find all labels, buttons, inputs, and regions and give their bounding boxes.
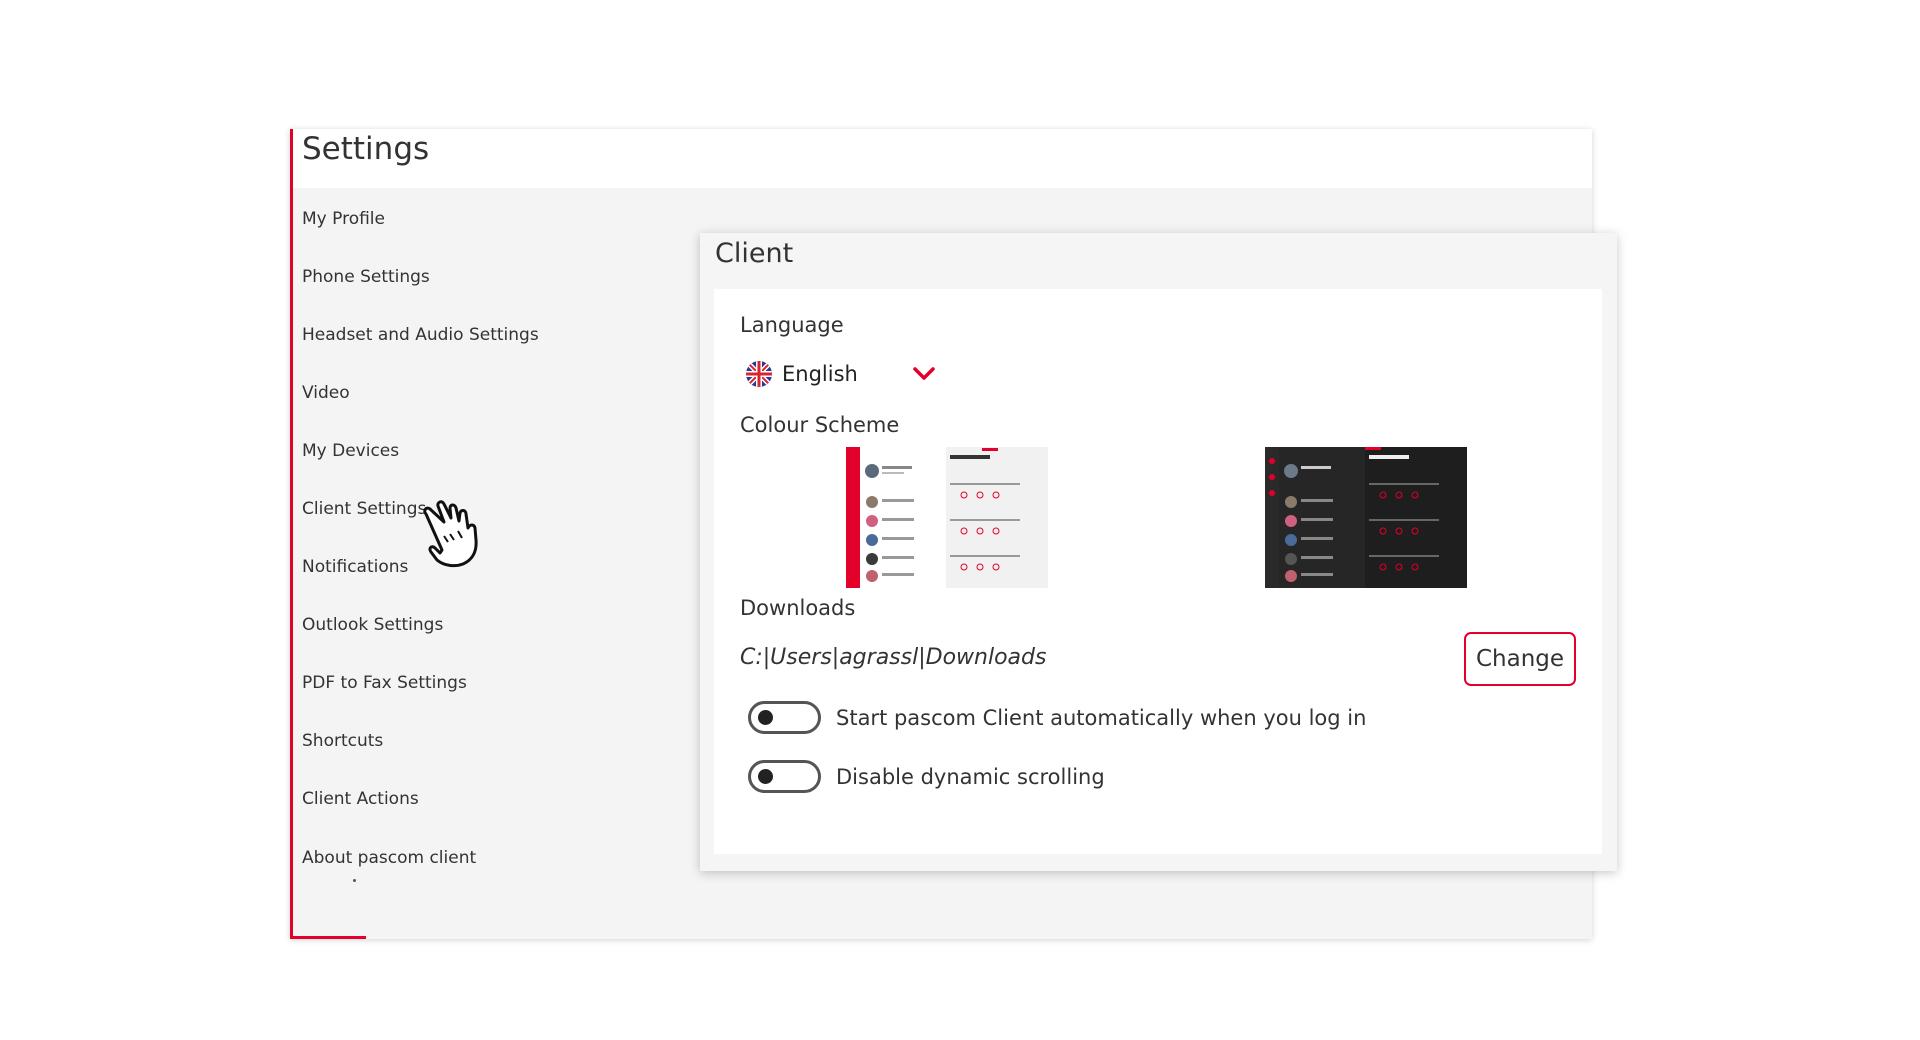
colour-scheme-dark[interactable] [1265, 447, 1467, 588]
accent-bar [290, 936, 366, 939]
nav-item-video[interactable]: Video [302, 383, 350, 403]
toggle-row-scrolling: Disable dynamic scrolling [748, 760, 1105, 793]
nav-scroll-dot [353, 879, 356, 882]
nav-item-notifications[interactable]: Notifications [302, 557, 408, 577]
downloads-label: Downloads [740, 596, 856, 620]
language-value: English [782, 362, 858, 386]
toggle-knob [758, 710, 773, 725]
light-scheme-preview [846, 447, 1048, 588]
nav-item-shortcuts[interactable]: Shortcuts [302, 731, 383, 751]
nav-item-outlook-settings[interactable]: Outlook Settings [302, 615, 443, 635]
chevron-down-icon[interactable] [912, 366, 936, 382]
client-body: Language English Colour Scheme Downloads… [714, 289, 1602, 854]
language-select[interactable]: English [746, 357, 936, 391]
client-dialog: Client Language English Colour Scheme Do… [700, 233, 1617, 871]
uk-flag-icon [746, 361, 772, 387]
dark-scheme-preview [1265, 447, 1467, 588]
nav-item-my-devices[interactable]: My Devices [302, 441, 399, 461]
nav-item-phone-settings[interactable]: Phone Settings [302, 267, 430, 287]
settings-header: Settings [293, 129, 1592, 188]
downloads-path: C:|Users|agrassl|Downloads [740, 645, 1047, 670]
autostart-toggle[interactable] [748, 701, 821, 734]
language-label: Language [740, 313, 844, 337]
nav-item-about[interactable]: About pascom client [302, 848, 476, 868]
toggle-knob [758, 769, 773, 784]
change-button[interactable]: Change [1464, 632, 1576, 686]
nav-item-client-settings[interactable]: Client Settings [302, 499, 426, 519]
nav-item-pdf-to-fax[interactable]: PDF to Fax Settings [302, 673, 467, 693]
nav-item-my-profile[interactable]: My Profile [302, 209, 385, 229]
dynamic-scrolling-toggle[interactable] [748, 760, 821, 793]
dynamic-scrolling-label: Disable dynamic scrolling [836, 764, 1105, 789]
client-title: Client [715, 238, 794, 269]
toggle-row-autostart: Start pascom Client automatically when y… [748, 701, 1366, 734]
settings-title: Settings [302, 131, 430, 167]
nav-item-headset-audio[interactable]: Headset and Audio Settings [302, 325, 539, 345]
autostart-label: Start pascom Client automatically when y… [836, 705, 1367, 730]
pointer-hand-icon [423, 500, 478, 568]
colour-scheme-light[interactable] [846, 447, 1048, 588]
colour-scheme-label: Colour Scheme [740, 413, 900, 437]
nav-item-client-actions[interactable]: Client Actions [302, 789, 419, 809]
